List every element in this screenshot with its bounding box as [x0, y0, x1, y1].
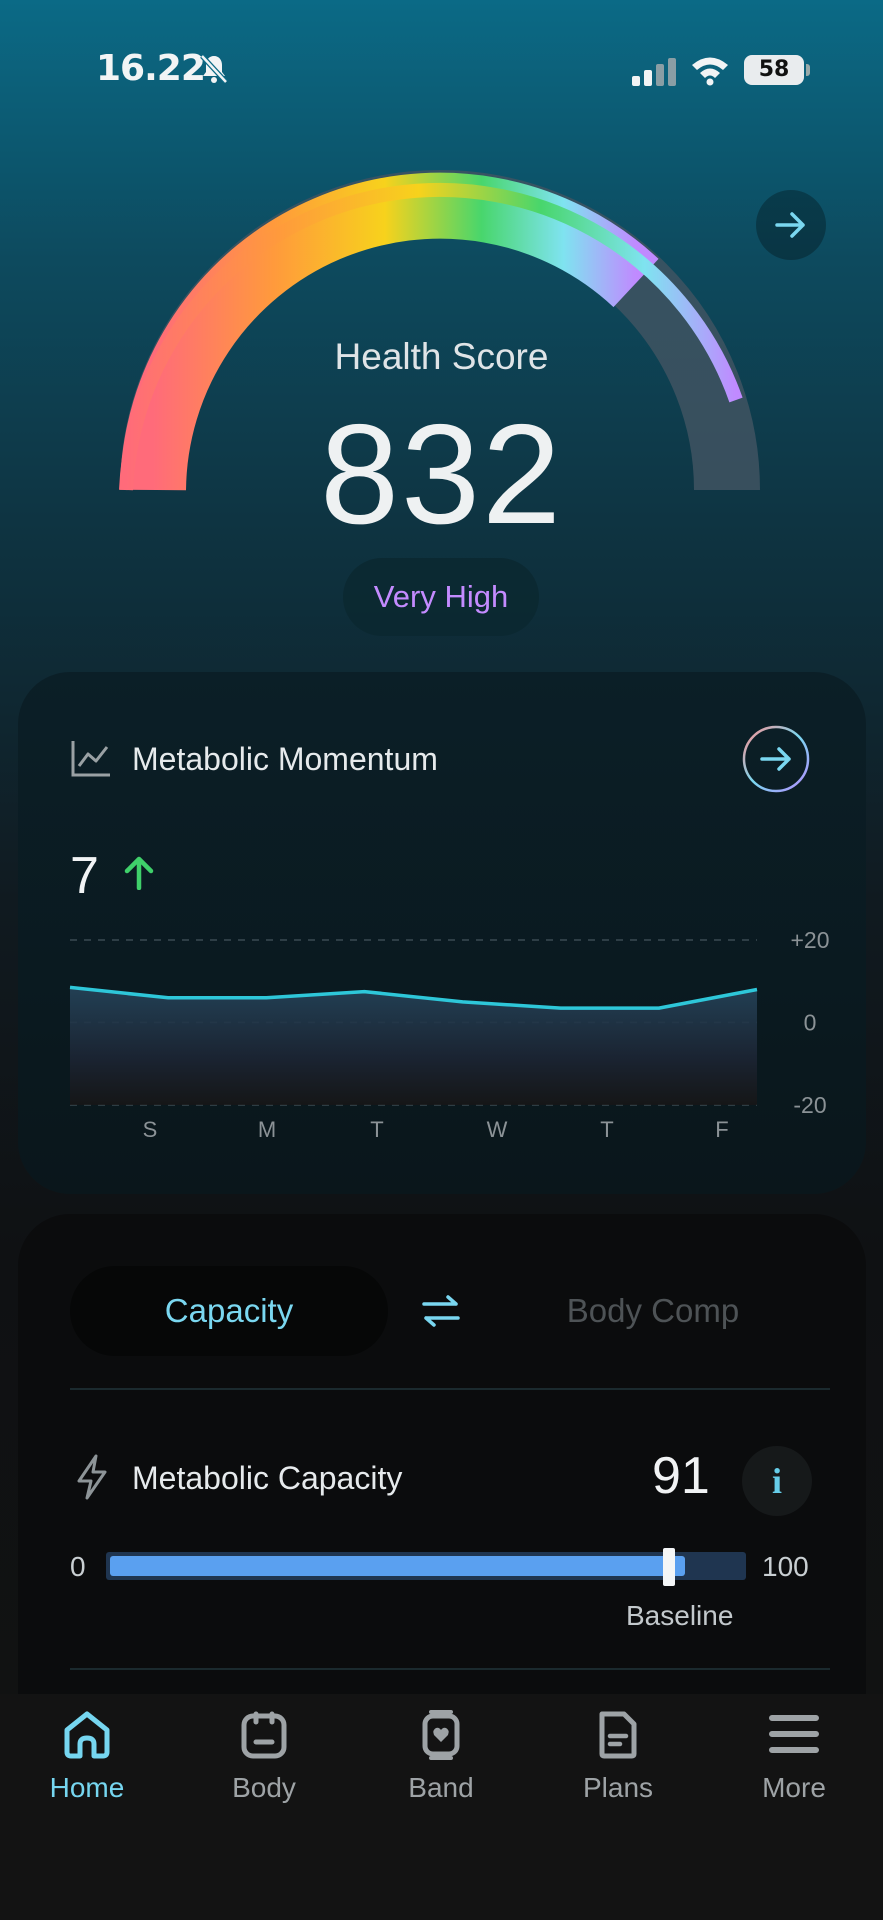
band-icon	[422, 1710, 460, 1760]
info-button[interactable]: i	[742, 1446, 812, 1516]
body-icon	[241, 1711, 287, 1759]
nav-body[interactable]: Body	[189, 1706, 339, 1826]
momentum-title: Metabolic Momentum	[132, 741, 438, 777]
trend-up-arrow-icon	[124, 856, 154, 890]
nav-label: More	[762, 1772, 826, 1803]
battery-indicator: 58	[744, 55, 810, 85]
health-details-button[interactable]	[756, 190, 826, 260]
tab-body-comp[interactable]: Body Comp	[540, 1266, 766, 1356]
y-tick-label: -20	[793, 1092, 826, 1118]
x-tick-label: S	[143, 1117, 158, 1140]
tab-capacity[interactable]: Capacity	[70, 1266, 388, 1356]
momentum-details-button[interactable]	[742, 725, 810, 793]
nav-label: Body	[232, 1772, 296, 1803]
baseline-marker	[663, 1548, 676, 1586]
menu-icon	[769, 1715, 819, 1753]
line-chart-icon	[71, 741, 110, 777]
signal-icon	[632, 58, 676, 86]
nav-label: Band	[408, 1772, 474, 1803]
bar-min-label: 0	[70, 1551, 86, 1582]
nav-home[interactable]: Home	[12, 1706, 162, 1826]
x-tick-label: T	[370, 1117, 383, 1140]
wifi-icon	[692, 57, 728, 86]
y-tick-label: +20	[790, 930, 829, 953]
bar-max-label: 100	[762, 1551, 809, 1582]
health-level-badge: Very High	[343, 558, 539, 636]
capacity-title: Metabolic Capacity	[132, 1460, 403, 1496]
x-tick-label: F	[715, 1117, 728, 1140]
x-tick-label: T	[600, 1117, 613, 1140]
x-tick-label: M	[258, 1117, 276, 1140]
baseline-label: Baseline	[626, 1600, 734, 1631]
nav-label: Home	[49, 1772, 125, 1803]
bell-muted-icon	[200, 54, 228, 84]
x-tick-label: W	[487, 1117, 508, 1140]
momentum-area	[70, 987, 757, 1105]
swap-arrows-icon[interactable]	[420, 1294, 462, 1328]
health-score-value: 832	[320, 395, 563, 554]
y-tick-label: 0	[804, 1010, 817, 1036]
nav-more[interactable]: More	[719, 1706, 869, 1826]
arrow-right-icon	[775, 212, 805, 238]
home-icon	[64, 1711, 110, 1759]
plans-icon	[599, 1711, 637, 1759]
health-score-label: Health Score	[334, 336, 549, 377]
lightning-icon	[77, 1454, 107, 1500]
status-time: 16.22	[96, 48, 206, 89]
nav-band[interactable]: Band	[366, 1706, 516, 1826]
capacity-value: 91	[652, 1447, 710, 1505]
divider	[70, 1388, 830, 1390]
nav-label: Plans	[582, 1772, 654, 1803]
nav-plans[interactable]: Plans	[543, 1706, 693, 1826]
momentum-chart: +20 0 -20 S M T W T F	[69, 930, 830, 1140]
divider	[70, 1668, 830, 1670]
capacity-bar-fill	[110, 1556, 686, 1576]
momentum-value: 7	[70, 847, 99, 905]
